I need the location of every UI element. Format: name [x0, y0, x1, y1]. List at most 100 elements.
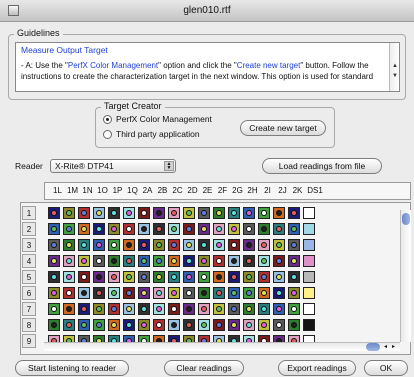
grid-horizontal-scrollbar[interactable]: ◂ ▸	[44, 342, 400, 351]
color-patch[interactable]	[183, 271, 195, 283]
color-patch[interactable]	[93, 271, 105, 283]
color-patch[interactable]	[153, 271, 165, 283]
color-patch[interactable]	[288, 271, 300, 283]
color-patch[interactable]	[183, 207, 195, 219]
color-patch[interactable]	[273, 303, 285, 315]
color-patch[interactable]	[63, 287, 75, 299]
color-patch[interactable]	[93, 319, 105, 331]
color-patch[interactable]	[153, 287, 165, 299]
color-patch[interactable]	[288, 303, 300, 315]
color-patch[interactable]	[63, 255, 75, 267]
color-patch[interactable]	[303, 319, 315, 331]
color-patch[interactable]	[138, 255, 150, 267]
color-patch[interactable]	[48, 223, 60, 235]
color-patch[interactable]	[123, 271, 135, 283]
color-patch[interactable]	[213, 239, 225, 251]
color-patch[interactable]	[273, 255, 285, 267]
color-patch[interactable]	[48, 319, 60, 331]
color-patch[interactable]	[48, 287, 60, 299]
color-patch[interactable]	[198, 287, 210, 299]
color-patch[interactable]	[78, 319, 90, 331]
color-patch[interactable]	[48, 207, 60, 219]
color-patch[interactable]	[303, 303, 315, 315]
radio-third-party-control[interactable]	[103, 130, 112, 140]
scroll-right-arrow-icon[interactable]: ▸	[392, 343, 395, 350]
color-patch[interactable]	[108, 303, 120, 315]
color-patch[interactable]	[288, 319, 300, 331]
color-patch[interactable]	[108, 207, 120, 219]
color-patch[interactable]	[78, 207, 90, 219]
color-patch[interactable]	[198, 255, 210, 267]
color-patch[interactable]	[168, 271, 180, 283]
color-patch[interactable]	[288, 255, 300, 267]
color-patch[interactable]	[198, 223, 210, 235]
color-patch[interactable]	[78, 223, 90, 235]
color-patch[interactable]	[288, 287, 300, 299]
color-patch[interactable]	[48, 271, 60, 283]
color-patch[interactable]	[273, 287, 285, 299]
color-patch[interactable]	[183, 239, 195, 251]
color-patch[interactable]	[138, 303, 150, 315]
color-patch[interactable]	[288, 239, 300, 251]
color-patch[interactable]	[153, 255, 165, 267]
color-patch[interactable]	[48, 239, 60, 251]
color-patch[interactable]	[198, 271, 210, 283]
color-patch[interactable]	[168, 303, 180, 315]
color-patch[interactable]	[228, 271, 240, 283]
color-patch[interactable]	[243, 239, 255, 251]
color-patch[interactable]	[93, 239, 105, 251]
clear-readings-button[interactable]: Clear readings	[164, 360, 244, 376]
create-new-target-button[interactable]: Create new target	[240, 120, 326, 136]
color-patch[interactable]	[153, 223, 165, 235]
color-patch[interactable]	[108, 223, 120, 235]
color-patch[interactable]	[288, 207, 300, 219]
color-patch[interactable]	[273, 223, 285, 235]
color-patch[interactable]	[228, 223, 240, 235]
color-patch[interactable]	[108, 255, 120, 267]
color-patch[interactable]	[183, 303, 195, 315]
color-patch[interactable]	[78, 255, 90, 267]
color-patch[interactable]	[258, 287, 270, 299]
color-patch[interactable]	[183, 223, 195, 235]
color-patch[interactable]	[213, 303, 225, 315]
color-patch[interactable]	[258, 271, 270, 283]
color-patch[interactable]	[273, 319, 285, 331]
color-patch[interactable]	[198, 319, 210, 331]
color-patch[interactable]	[198, 239, 210, 251]
color-patch[interactable]	[78, 303, 90, 315]
color-patch[interactable]	[213, 223, 225, 235]
color-patch[interactable]	[243, 303, 255, 315]
color-patch[interactable]	[243, 223, 255, 235]
scroll-left-arrow-icon[interactable]: ◂	[384, 343, 387, 350]
color-patch[interactable]	[123, 255, 135, 267]
color-patch[interactable]	[213, 207, 225, 219]
color-patch[interactable]	[303, 287, 315, 299]
color-patch[interactable]	[183, 319, 195, 331]
color-patch[interactable]	[63, 223, 75, 235]
color-patch[interactable]	[153, 239, 165, 251]
color-patch[interactable]	[108, 319, 120, 331]
color-patch[interactable]	[228, 303, 240, 315]
color-patch[interactable]	[93, 255, 105, 267]
color-patch[interactable]	[168, 255, 180, 267]
color-patch[interactable]	[243, 271, 255, 283]
color-patch[interactable]	[63, 303, 75, 315]
color-patch[interactable]	[123, 239, 135, 251]
radio-perfx-control[interactable]	[103, 115, 112, 125]
color-patch[interactable]	[213, 319, 225, 331]
color-patch[interactable]	[108, 239, 120, 251]
color-patch[interactable]	[168, 319, 180, 331]
color-patch[interactable]	[93, 303, 105, 315]
color-patch[interactable]	[183, 287, 195, 299]
color-patch[interactable]	[168, 223, 180, 235]
grid-vertical-scrollbar[interactable]	[400, 210, 411, 342]
title-bar[interactable]: glen010.rtf	[0, 0, 414, 22]
color-patch[interactable]	[258, 319, 270, 331]
color-patch[interactable]	[213, 255, 225, 267]
color-patch[interactable]	[228, 319, 240, 331]
color-patch[interactable]	[243, 255, 255, 267]
color-patch[interactable]	[243, 287, 255, 299]
load-readings-button[interactable]: Load readings from file	[262, 158, 382, 174]
color-patch[interactable]	[273, 207, 285, 219]
color-patch[interactable]	[93, 223, 105, 235]
